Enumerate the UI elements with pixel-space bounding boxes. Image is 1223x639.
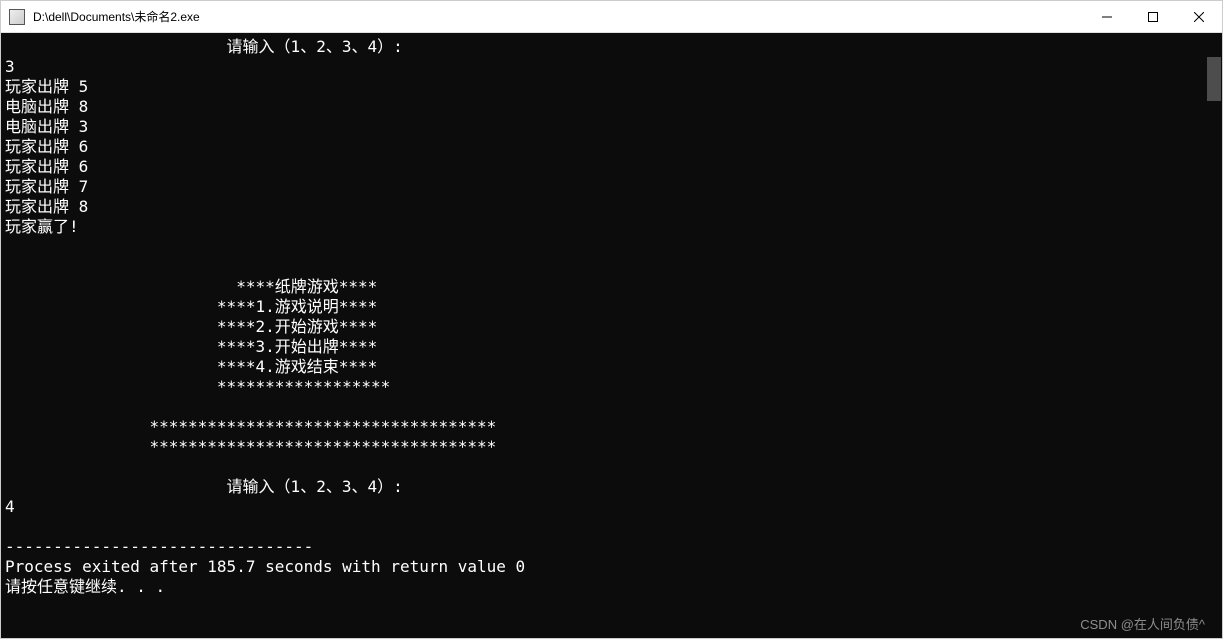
minimize-icon <box>1102 12 1112 22</box>
maximize-button[interactable] <box>1130 1 1176 32</box>
scrollbar-thumb[interactable] <box>1207 57 1221 101</box>
console-container: 请输入（1、2、3、4）: 3 玩家出牌 5 电脑出牌 8 电脑出牌 3 玩家出… <box>1 33 1222 638</box>
minimize-button[interactable] <box>1084 1 1130 32</box>
vertical-scrollbar[interactable] <box>1206 33 1222 638</box>
console-output[interactable]: 请输入（1、2、3、4）: 3 玩家出牌 5 电脑出牌 8 电脑出牌 3 玩家出… <box>1 33 1206 638</box>
app-icon <box>9 9 25 25</box>
close-button[interactable] <box>1176 1 1222 32</box>
console-window: D:\dell\Documents\未命名2.exe 请输入（1、2、3、4）:… <box>0 0 1223 639</box>
watermark: CSDN @在人间负债^ <box>1080 614 1205 633</box>
close-icon <box>1194 12 1204 22</box>
window-controls <box>1084 1 1222 32</box>
maximize-icon <box>1148 12 1158 22</box>
titlebar: D:\dell\Documents\未命名2.exe <box>1 1 1222 33</box>
window-title: D:\dell\Documents\未命名2.exe <box>33 8 200 25</box>
